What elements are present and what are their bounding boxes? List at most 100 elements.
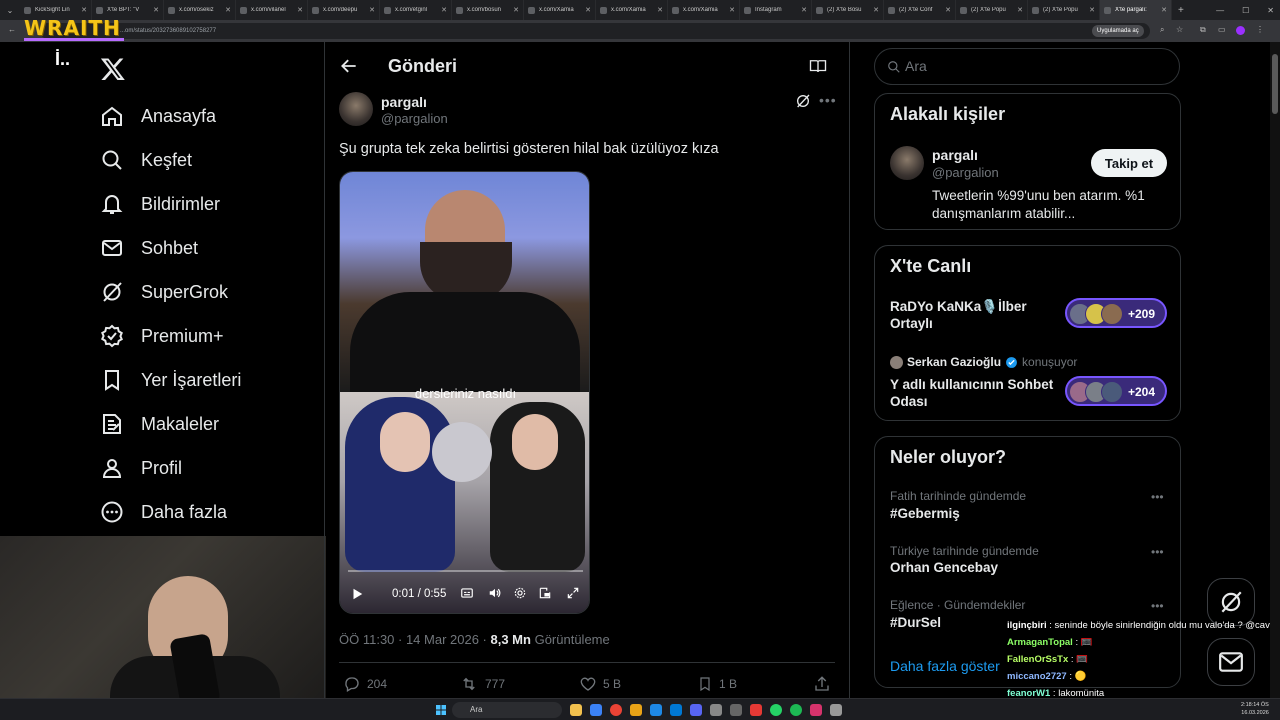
author-name[interactable]: pargalı xyxy=(381,94,427,110)
browser-tab[interactable]: (2) X'te Popu ✕ xyxy=(956,0,1028,20)
profile-avatar[interactable] xyxy=(1236,26,1245,35)
chat-username[interactable]: ilginçbiri xyxy=(1007,620,1047,631)
browser-tab[interactable]: (2) X'te Bosu ✕ xyxy=(812,0,884,20)
chrome-icon[interactable] xyxy=(610,704,622,716)
tab-close-icon[interactable]: ✕ xyxy=(153,6,159,14)
tab-close-icon[interactable]: ✕ xyxy=(441,6,447,14)
browser-tab[interactable]: x.com/Xamia ✕ xyxy=(668,0,740,20)
volume-icon[interactable] xyxy=(488,586,502,600)
app-icon[interactable] xyxy=(730,704,742,716)
trend-more-icon[interactable]: ••• xyxy=(1151,545,1164,559)
tab-close-icon[interactable]: ✕ xyxy=(1017,6,1023,14)
video-progress-bar[interactable] xyxy=(348,570,583,572)
tab-close-icon[interactable]: ✕ xyxy=(513,6,519,14)
browser-tab[interactable]: x.com/Xamia ✕ xyxy=(596,0,668,20)
back-arrow-icon[interactable] xyxy=(339,56,359,76)
url-field[interactable]: ...om/status/2032736089102758277 xyxy=(40,23,1150,39)
app-icon[interactable] xyxy=(650,704,662,716)
share-button[interactable] xyxy=(813,675,837,693)
play-icon[interactable] xyxy=(350,587,364,601)
author-handle[interactable]: @pargalion xyxy=(381,111,448,126)
browser-tab[interactable]: (2) X'te Popu ✕ xyxy=(1028,0,1100,20)
nav-item-supergrok[interactable]: SuperGrok xyxy=(96,270,241,314)
nav-item-premium-[interactable]: Premium+ xyxy=(96,314,241,358)
browser-tab[interactable]: x.com/vilanel ✕ xyxy=(236,0,308,20)
nav-item-bildirimler[interactable]: Bildirimler xyxy=(96,182,241,226)
file-explorer-icon[interactable] xyxy=(570,704,582,716)
app-icon[interactable] xyxy=(710,704,722,716)
trend-name[interactable]: Orhan Gencebay xyxy=(890,560,998,575)
browser-tab[interactable]: x.com/Xamia ✕ xyxy=(524,0,596,20)
trend-name[interactable]: #DurSel xyxy=(890,615,941,630)
nav-item-ke-fet[interactable]: Keşfet xyxy=(96,138,241,182)
tab-close-icon[interactable]: ✕ xyxy=(369,6,375,14)
related-handle[interactable]: @pargalion xyxy=(932,165,999,180)
chat-username[interactable]: FallenOrSsTx xyxy=(1007,654,1068,665)
fullscreen-icon[interactable] xyxy=(566,586,580,600)
zoom-icon[interactable]: ⌕ xyxy=(1160,25,1164,35)
browser-tab[interactable]: Instagram ✕ xyxy=(740,0,812,20)
show-more-link[interactable]: Daha fazla göster xyxy=(890,658,1000,674)
browser-tab[interactable]: x.com/deepu ✕ xyxy=(308,0,380,20)
post-timestamp[interactable]: ÖÖ 11:30 · 14 Mar 2026 · xyxy=(339,632,491,647)
maximize-icon[interactable]: ☐ xyxy=(1242,6,1249,15)
taskbar-search[interactable]: Ara xyxy=(452,702,562,718)
spotify-icon[interactable] xyxy=(790,704,802,716)
app-icon[interactable] xyxy=(670,704,682,716)
tab-close-icon[interactable]: ✕ xyxy=(1161,6,1167,14)
folder-icon[interactable] xyxy=(630,704,642,716)
search-box[interactable] xyxy=(874,48,1180,85)
new-tab-icon[interactable]: + xyxy=(1178,5,1184,16)
close-window-icon[interactable]: ✕ xyxy=(1267,6,1274,15)
app-icon[interactable] xyxy=(590,704,602,716)
browser-tab[interactable]: x.com/etginl ✕ xyxy=(380,0,452,20)
tab-close-icon[interactable]: ✕ xyxy=(729,6,735,14)
open-in-app-chip[interactable]: Uygulamada aç xyxy=(1092,25,1144,37)
search-input[interactable] xyxy=(905,58,1155,74)
space-title[interactable]: Y adlı kullanıcının Sohbet Odası xyxy=(890,376,1060,410)
app-icon[interactable] xyxy=(830,704,842,716)
tab-close-icon[interactable]: ✕ xyxy=(1089,6,1095,14)
tab-close-icon[interactable]: ✕ xyxy=(945,6,951,14)
space-title[interactable]: RaDYo KaNKa🎙️İlber Ortaylı xyxy=(890,298,1060,332)
tab-close-icon[interactable]: ✕ xyxy=(225,6,231,14)
related-avatar[interactable] xyxy=(890,146,924,180)
nav-item-profil[interactable]: Profil xyxy=(96,446,241,490)
browser-tab[interactable]: (2) X'te Conf ✕ xyxy=(884,0,956,20)
windows-start-icon[interactable] xyxy=(435,704,447,716)
nav-item-daha-fazla[interactable]: Daha fazla xyxy=(96,490,241,534)
reader-mode-icon[interactable] xyxy=(809,58,827,74)
star-icon[interactable]: ☆ xyxy=(1176,25,1183,34)
space-join-pill[interactable]: +204 xyxy=(1065,376,1167,406)
trend-more-icon[interactable]: ••• xyxy=(1151,599,1164,613)
related-name[interactable]: pargalı xyxy=(932,147,978,163)
tab-close-icon[interactable]: ✕ xyxy=(81,6,87,14)
browser-tab[interactable]: x.com/bosun ✕ xyxy=(452,0,524,20)
reply-button[interactable]: 204 xyxy=(343,675,387,693)
whatsapp-icon[interactable] xyxy=(770,704,782,716)
bookmark-button[interactable]: 1 B xyxy=(697,675,737,693)
grok-icon[interactable] xyxy=(795,93,811,109)
settings-icon[interactable] xyxy=(513,586,527,600)
app-icon[interactable] xyxy=(750,704,762,716)
nav-item-sohbet[interactable]: Sohbet xyxy=(96,226,241,270)
host-name[interactable]: Serkan Gazioğlu xyxy=(907,355,1001,369)
repost-button[interactable]: 777 xyxy=(459,675,505,693)
nav-item-anasayfa[interactable]: Anasayfa xyxy=(96,94,241,138)
tab-close-icon[interactable]: ✕ xyxy=(657,6,663,14)
tab-close-icon[interactable]: ✕ xyxy=(585,6,591,14)
scrollbar-thumb[interactable] xyxy=(1272,54,1278,114)
app-icon[interactable] xyxy=(810,704,822,716)
tab-search-icon[interactable]: ⌄ xyxy=(0,0,20,20)
author-avatar[interactable] xyxy=(339,92,373,126)
sidepanel-icon[interactable]: ▭ xyxy=(1218,25,1226,34)
tab-close-icon[interactable]: ✕ xyxy=(297,6,303,14)
nav-item-yer-i-aretleri[interactable]: Yer İşaretleri xyxy=(96,358,241,402)
more-options-icon[interactable]: ••• xyxy=(819,92,837,108)
like-button[interactable]: 5 B xyxy=(579,675,621,693)
space-join-pill[interactable]: +209 xyxy=(1065,298,1167,328)
nav-item-makaleler[interactable]: Makaleler xyxy=(96,402,241,446)
extensions-icon[interactable]: ⧉ xyxy=(1200,25,1206,35)
back-nav-icon[interactable]: ← xyxy=(8,25,16,34)
x-logo-icon[interactable] xyxy=(100,56,126,82)
